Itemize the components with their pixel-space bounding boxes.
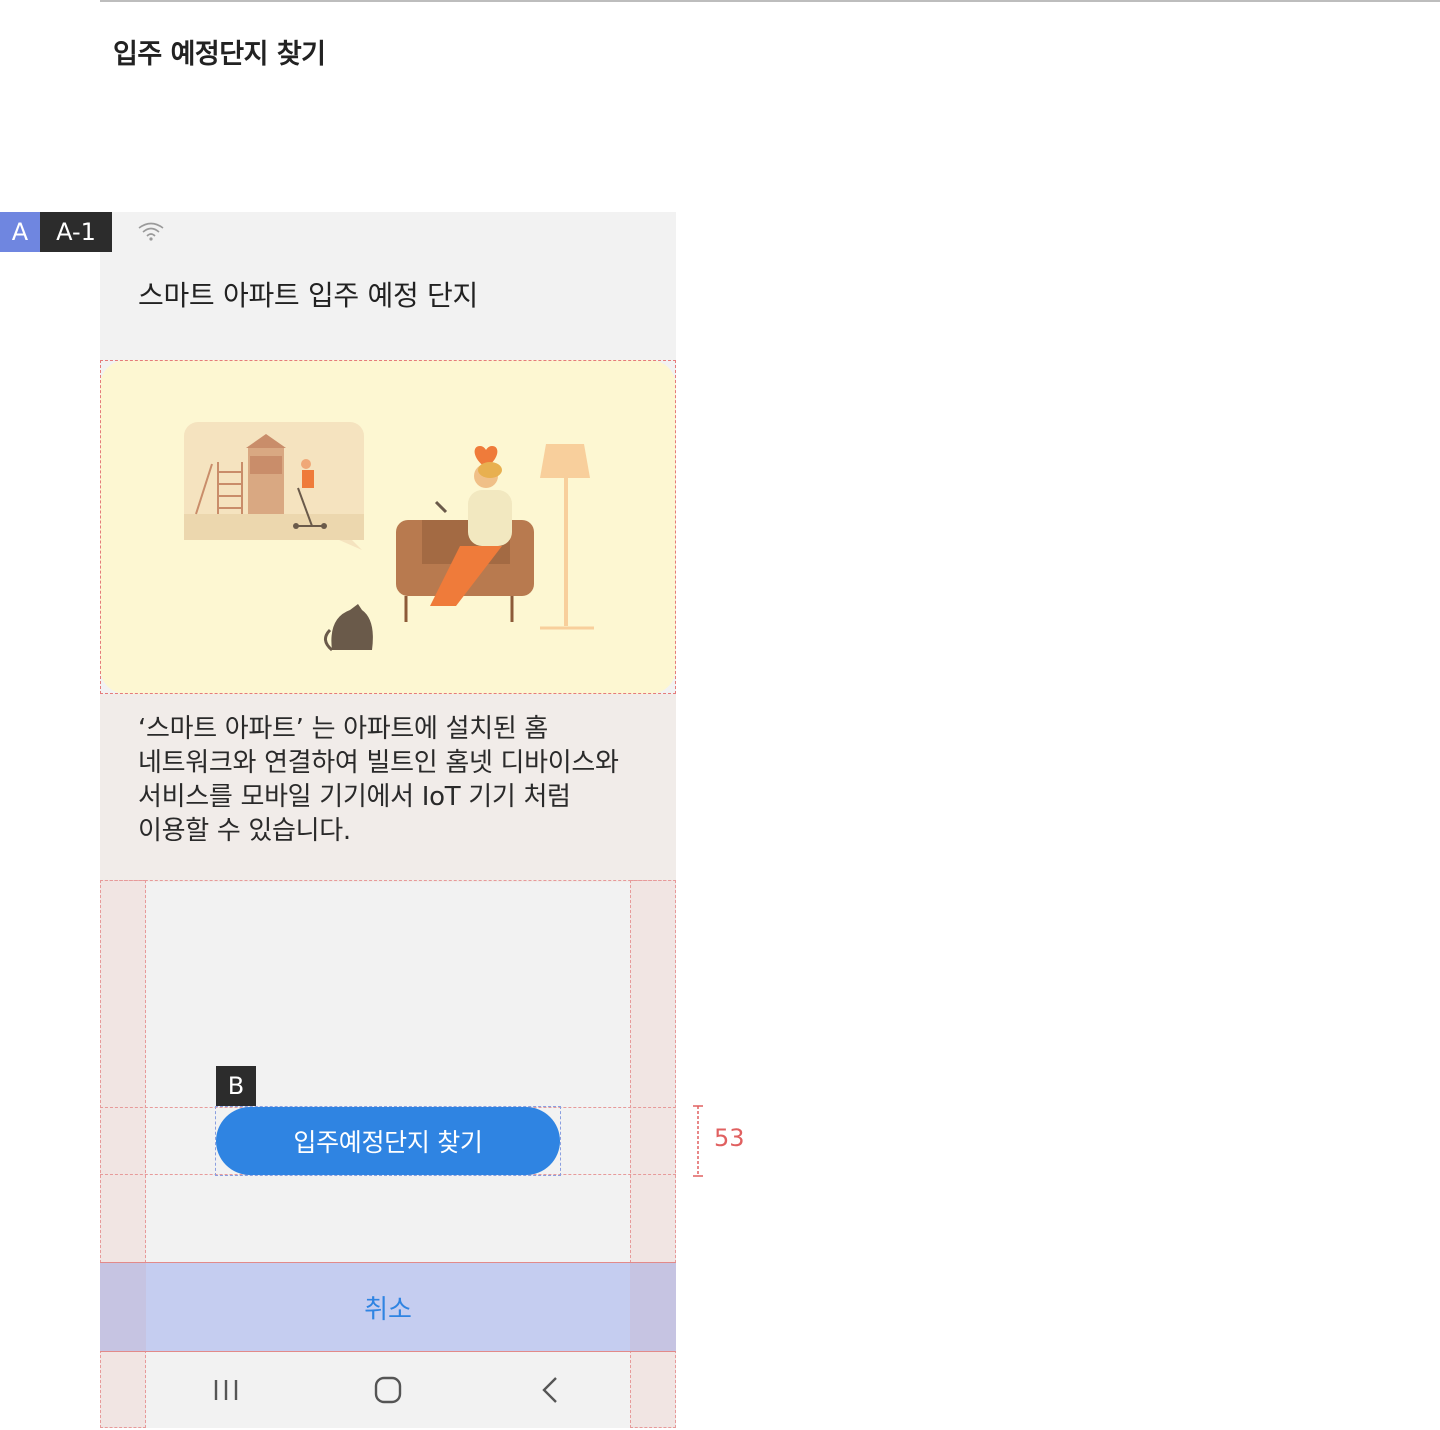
cancel-area: 취소: [100, 1262, 676, 1352]
find-complex-button[interactable]: 입주예정단지 찾기: [216, 1107, 560, 1175]
wifi-icon: [138, 222, 164, 241]
section-tag-b: B: [216, 1066, 256, 1106]
top-divider: [100, 0, 1440, 2]
section-tag-a: A: [0, 212, 40, 252]
back-icon[interactable]: [530, 1374, 570, 1406]
section-tag-a1: A-1: [40, 212, 112, 252]
description-text: ‘스마트 아파트’ 는 아파트에 설치된 홈 네트워크와 연결하여 빌트인 홈넷…: [138, 714, 619, 846]
guide-line: [100, 880, 676, 881]
home-icon[interactable]: [368, 1374, 408, 1406]
cancel-button[interactable]: 취소: [100, 1263, 676, 1351]
height-measure-icon: [693, 1105, 703, 1177]
page-title: 입주 예정단지 찾기: [113, 39, 326, 70]
phone-screen: 스마트 아파트 입주 예정 단지 ‘스마트 아파트’ 는 아파트에 설치된 홈 …: [100, 212, 676, 1428]
illustration: [100, 360, 676, 694]
navigation-bar: [100, 1352, 676, 1428]
description-section: ‘스마트 아파트’ 는 아파트에 설치된 홈 네트워크와 연결하여 빌트인 홈넷…: [100, 694, 676, 882]
smart-home-illustration: [184, 422, 594, 652]
height-measure-label: 53: [714, 1124, 745, 1152]
app-header-title: 스마트 아파트 입주 예정 단지: [138, 279, 478, 312]
recent-apps-icon[interactable]: [206, 1374, 246, 1406]
